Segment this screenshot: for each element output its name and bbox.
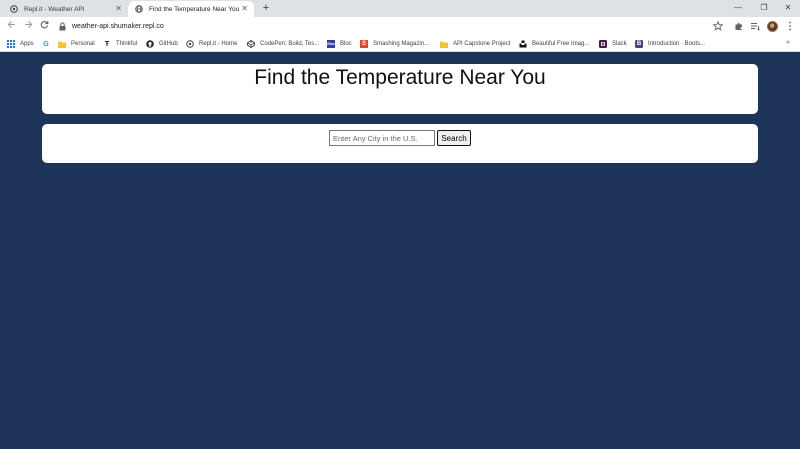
address-url: weather-api.shumaker.repl.co bbox=[72, 23, 164, 30]
bookmark-thinkful[interactable]: Ŧ Thinkful bbox=[103, 39, 137, 49]
folder-icon bbox=[440, 40, 448, 48]
search-card: Search bbox=[42, 124, 758, 163]
bookmark-label: Repl.it - Home bbox=[199, 41, 238, 47]
bookmark-label: Thinkful bbox=[116, 41, 138, 47]
bookmark-label: Personal bbox=[71, 41, 95, 47]
slack-icon bbox=[599, 40, 607, 48]
replit-favicon-icon bbox=[10, 5, 18, 13]
replit-icon bbox=[186, 40, 194, 48]
address-bar[interactable]: weather-api.shumaker.repl.co bbox=[54, 19, 730, 34]
bookmarks-bar: Apps G Personal Ŧ Thinkful GitHub Repl.i… bbox=[0, 36, 800, 52]
profile-avatar[interactable] bbox=[767, 21, 778, 32]
bookmark-folder-personal[interactable]: Personal bbox=[58, 39, 95, 49]
bookmark-smashing-magazine[interactable]: S Smashing Magazin... bbox=[360, 39, 429, 49]
search-button[interactable]: Search bbox=[437, 130, 471, 146]
unsplash-icon bbox=[519, 40, 527, 48]
bootstrap-icon: B bbox=[635, 40, 643, 48]
bookmark-label: API Capstone Project bbox=[453, 41, 511, 47]
close-tab-icon[interactable]: ✕ bbox=[241, 4, 248, 14]
bookmark-google[interactable]: G bbox=[42, 39, 55, 49]
back-arrow-icon[interactable] bbox=[5, 20, 18, 33]
bookmark-label: Bloc bbox=[340, 41, 352, 47]
globe-favicon-icon bbox=[135, 5, 143, 13]
tab-replit-weather-api[interactable]: Repl.it - Weather API ✕ bbox=[3, 1, 129, 17]
bookmark-replit-home[interactable]: Repl.it - Home bbox=[186, 39, 237, 49]
bloc-icon: Bloc bbox=[327, 40, 335, 48]
more-bookmarks-chevron-icon[interactable]: » bbox=[786, 39, 790, 46]
bookmark-folder-api-capstone[interactable]: API Capstone Project bbox=[440, 39, 510, 49]
bookmark-label: CodePen: Build, Tes... bbox=[260, 41, 320, 47]
bookmark-star-icon[interactable] bbox=[712, 20, 723, 32]
bookmark-label: GitHub bbox=[159, 41, 178, 47]
bookmark-codepen[interactable]: CodePen: Build, Tes... bbox=[247, 39, 319, 49]
tab-strip: Repl.it - Weather API ✕ Find the Tempera… bbox=[0, 0, 800, 17]
reload-icon[interactable] bbox=[38, 20, 51, 33]
close-tab-icon[interactable]: ✕ bbox=[115, 4, 122, 14]
github-icon bbox=[146, 40, 154, 48]
reading-list-icon[interactable] bbox=[749, 21, 760, 32]
bookmark-unsplash[interactable]: Beautiful Free Imag... bbox=[519, 39, 589, 49]
bookmark-bloc[interactable]: Bloc Bloc bbox=[327, 39, 352, 49]
minimize-window-button[interactable]: — bbox=[726, 1, 750, 15]
smashing-icon: S bbox=[360, 40, 368, 48]
new-tab-button[interactable]: + bbox=[259, 1, 273, 15]
apps-grid-icon bbox=[7, 40, 15, 48]
lock-icon bbox=[58, 22, 66, 31]
header-card: Find the Temperature Near You bbox=[42, 64, 758, 114]
browser-menu-icon[interactable] bbox=[784, 21, 795, 32]
extensions-puzzle-icon[interactable] bbox=[733, 21, 744, 32]
bookmark-label: Slack bbox=[612, 41, 627, 47]
bookmark-apps[interactable]: Apps bbox=[7, 39, 34, 49]
thinkful-icon: Ŧ bbox=[104, 40, 110, 48]
bookmark-label: Apps bbox=[20, 41, 34, 47]
bookmark-label: Introduction · Boots... bbox=[648, 41, 706, 47]
google-icon: G bbox=[43, 40, 49, 48]
city-search-form: Search bbox=[329, 130, 471, 146]
folder-icon bbox=[58, 40, 66, 48]
bookmark-slack[interactable]: Slack bbox=[599, 39, 627, 49]
tab-find-temperature[interactable]: Find the Temperature Near You ✕ bbox=[128, 1, 254, 17]
maximize-window-button[interactable]: ❐ bbox=[752, 1, 776, 15]
city-search-input[interactable] bbox=[329, 130, 435, 146]
bookmark-label: Beautiful Free Imag... bbox=[532, 41, 590, 47]
tab-title: Repl.it - Weather API bbox=[24, 5, 85, 13]
bookmark-bootstrap[interactable]: B Introduction · Boots... bbox=[635, 39, 705, 49]
codepen-icon bbox=[247, 40, 255, 48]
bookmark-github[interactable]: GitHub bbox=[146, 39, 178, 49]
browser-toolbar: weather-api.shumaker.repl.co bbox=[0, 17, 800, 36]
bookmark-label: Smashing Magazin... bbox=[373, 41, 430, 47]
forward-arrow-icon[interactable] bbox=[22, 20, 35, 33]
close-window-button[interactable]: ✕ bbox=[776, 1, 800, 15]
page-title: Find the Temperature Near You bbox=[254, 66, 546, 89]
tab-title: Find the Temperature Near You bbox=[149, 5, 240, 13]
